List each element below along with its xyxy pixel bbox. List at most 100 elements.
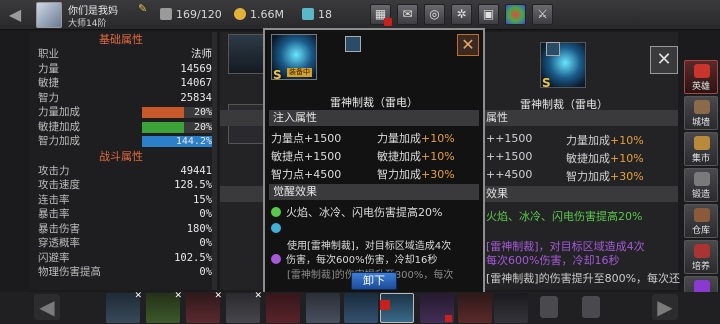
hero-portrait[interactable]: [344, 293, 378, 323]
bonus-label: 智力加成: [38, 135, 80, 147]
attr-right-label: 智力加成: [377, 168, 421, 181]
attr-value: 14569: [180, 62, 212, 75]
attr-row: 物理伤害提高 0%: [30, 265, 212, 280]
compare-pct: +10%: [610, 152, 644, 165]
gold-counter: 1.66M: [234, 8, 284, 21]
attr-row: 职业 法师: [30, 47, 212, 62]
train-icon: [694, 244, 710, 258]
gold-coin-icon: [234, 8, 246, 20]
compare-pct: +10%: [610, 134, 644, 147]
attr-label: 攻击力: [38, 164, 70, 177]
attr-value: 25834: [180, 91, 212, 104]
hero-icon: [694, 64, 710, 78]
edit-icon[interactable]: ✎: [138, 3, 150, 15]
compare-value: +1500: [495, 132, 533, 145]
gift-icon: ▣: [482, 7, 495, 21]
attr-right-pct: +30%: [421, 168, 455, 181]
attr-row: 闪避率 102.5%: [30, 251, 212, 266]
back-arrow-icon[interactable]: ◀: [4, 6, 26, 24]
compare-effect: 火焰、冰冷、闪电伤害提高20%: [486, 210, 643, 223]
nav-train[interactable]: 培养: [684, 240, 718, 274]
shop-button[interactable]: ▦: [370, 4, 392, 26]
sword-button[interactable]: ⚔: [532, 4, 553, 25]
wall-icon: [694, 100, 710, 114]
gift-button[interactable]: ▣: [478, 4, 499, 25]
stamina-icon: [160, 8, 172, 20]
hero-portrait[interactable]: [420, 293, 454, 323]
roster-next-button[interactable]: ▶: [652, 294, 678, 320]
attr-value: 0%: [199, 208, 212, 220]
purple-dot-icon: [271, 254, 281, 264]
close-compare-button[interactable]: ✕: [650, 46, 678, 74]
effect-text: 使用[雷神制裁]，对目标区域造成4次: [287, 241, 452, 252]
unequip-button[interactable]: 卸下: [351, 272, 397, 290]
bonus-value: 144.2%: [175, 136, 212, 147]
attr-value: 180%: [186, 222, 212, 235]
attr-row: 暴击伤害 180%: [30, 222, 212, 237]
roster-prev-button[interactable]: ◀: [34, 294, 60, 320]
attr-label: 力量: [38, 62, 59, 75]
combat-attributes-title: 战斗属性: [99, 149, 143, 163]
attr-value: 0%: [199, 237, 212, 249]
attr-right: 力量加成+10%: [377, 130, 455, 146]
attribute-scrollbar[interactable]: [212, 32, 217, 290]
compare-line: ++4500: [486, 168, 533, 181]
lock-icon: [582, 296, 600, 318]
x-mark-icon: ✕: [254, 291, 262, 301]
hero-portrait[interactable]: ✕: [146, 291, 182, 323]
nav-forge[interactable]: 锻造: [684, 168, 718, 202]
attr-value: 14067: [180, 77, 212, 89]
attr-row: 暴击率 0%: [30, 207, 212, 222]
nav-label: 锻造: [691, 190, 710, 200]
gem-counter: 18: [302, 8, 332, 21]
bonus-bar-fill: [142, 121, 184, 133]
close-icon: ✕: [461, 35, 475, 54]
attribute-panel: 基础属性 职业 法师 力量 14569 敏捷 14067 智力 25834 力量加成 20…: [30, 32, 212, 290]
basic-attributes-title: 基础属性: [99, 33, 143, 46]
hero-portrait[interactable]: [306, 293, 340, 323]
compare-effect: [雷神制裁]的伤害提升至800%，每次还: [486, 272, 681, 285]
compare-label: 力量加成: [566, 134, 610, 147]
player-rank: 大师14阶: [68, 19, 107, 29]
attr-value: 0%: [199, 266, 212, 278]
hero-portrait[interactable]: [494, 293, 528, 323]
attr-left: 敏捷点+1500: [271, 150, 342, 163]
mail-button[interactable]: ✉: [397, 4, 418, 25]
gamepad-button[interactable]: ◎: [424, 4, 445, 25]
nav-market[interactable]: 集市: [684, 132, 718, 166]
effect-text: 伤害，每次600%伤害，冷却16秒: [286, 255, 438, 266]
hero-portrait[interactable]: ✕: [106, 291, 142, 323]
hero-portrait[interactable]: ✕: [226, 291, 262, 323]
attr-left: 智力点+4500: [271, 168, 342, 181]
compare-pct: +30%: [610, 170, 644, 183]
attr-label: 攻击速度: [38, 179, 80, 191]
item-slot-mini-icon: [345, 36, 361, 52]
attr-row: 智力 25834: [30, 91, 212, 106]
avatar[interactable]: [36, 2, 62, 28]
attr-row: 穿透概率 0%: [30, 236, 212, 251]
anvil-icon: [694, 172, 710, 186]
attr-label: 连击率: [38, 193, 70, 206]
attr-label: 物理伤害提高: [38, 266, 101, 278]
bonus-value: 20%: [193, 121, 212, 133]
nav-hero[interactable]: 英雄: [684, 60, 718, 94]
nav-warehouse[interactable]: 仓库: [684, 204, 718, 238]
attr-label: 职业: [38, 48, 59, 60]
attr-row: 力量 14569: [30, 62, 212, 77]
hero-portrait[interactable]: [266, 293, 300, 323]
player-name: 你们是我妈: [68, 6, 118, 17]
item-name: 雷神制裁（雷电）: [330, 96, 418, 109]
attr-right-label: 敏捷加成: [377, 150, 421, 163]
x-mark-icon: ✕: [134, 291, 142, 301]
close-popup-button[interactable]: ✕: [457, 34, 479, 56]
hero-portrait[interactable]: ✕: [186, 291, 222, 323]
gamepad-icon: ◎: [429, 7, 440, 21]
bonus-bar-fill: [142, 107, 184, 118]
awaken-effects-header: 觉醒效果: [269, 184, 479, 200]
hero-portrait[interactable]: [458, 293, 492, 323]
equipped-item-slot[interactable]: [228, 34, 268, 74]
wheel-button[interactable]: [505, 4, 526, 25]
settings-button[interactable]: ✲: [451, 4, 472, 25]
attr-value: 128.5%: [174, 179, 212, 191]
nav-wall[interactable]: 城墙: [684, 96, 718, 130]
